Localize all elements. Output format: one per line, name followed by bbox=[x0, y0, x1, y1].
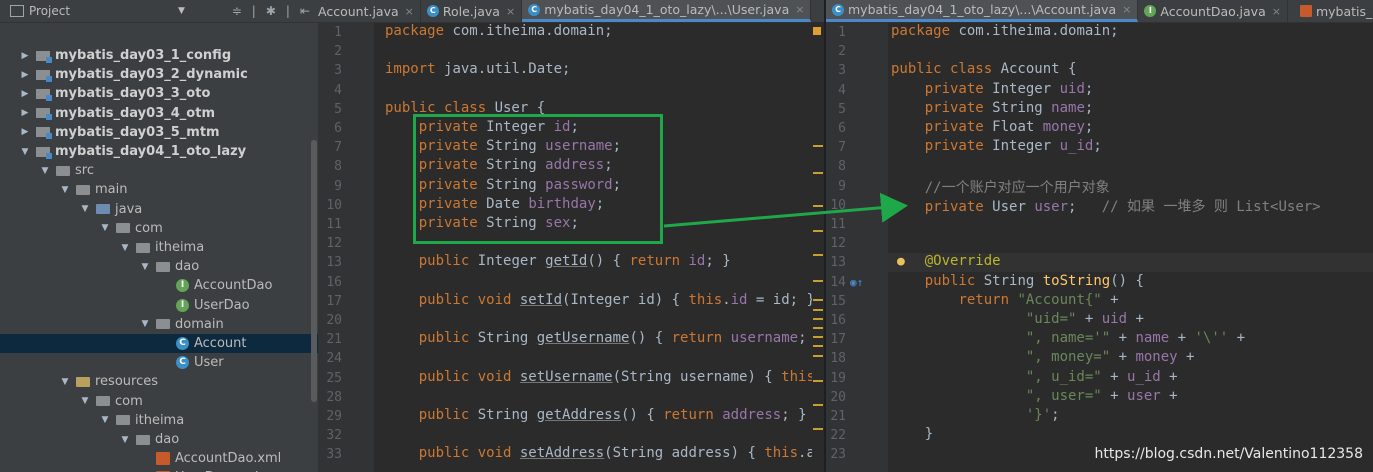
watermark: https://blog.csdn.net/Valentino112358 bbox=[1094, 446, 1363, 462]
annotation-arrow bbox=[663, 192, 908, 228]
annotation-arrow-overlay bbox=[663, 192, 908, 228]
